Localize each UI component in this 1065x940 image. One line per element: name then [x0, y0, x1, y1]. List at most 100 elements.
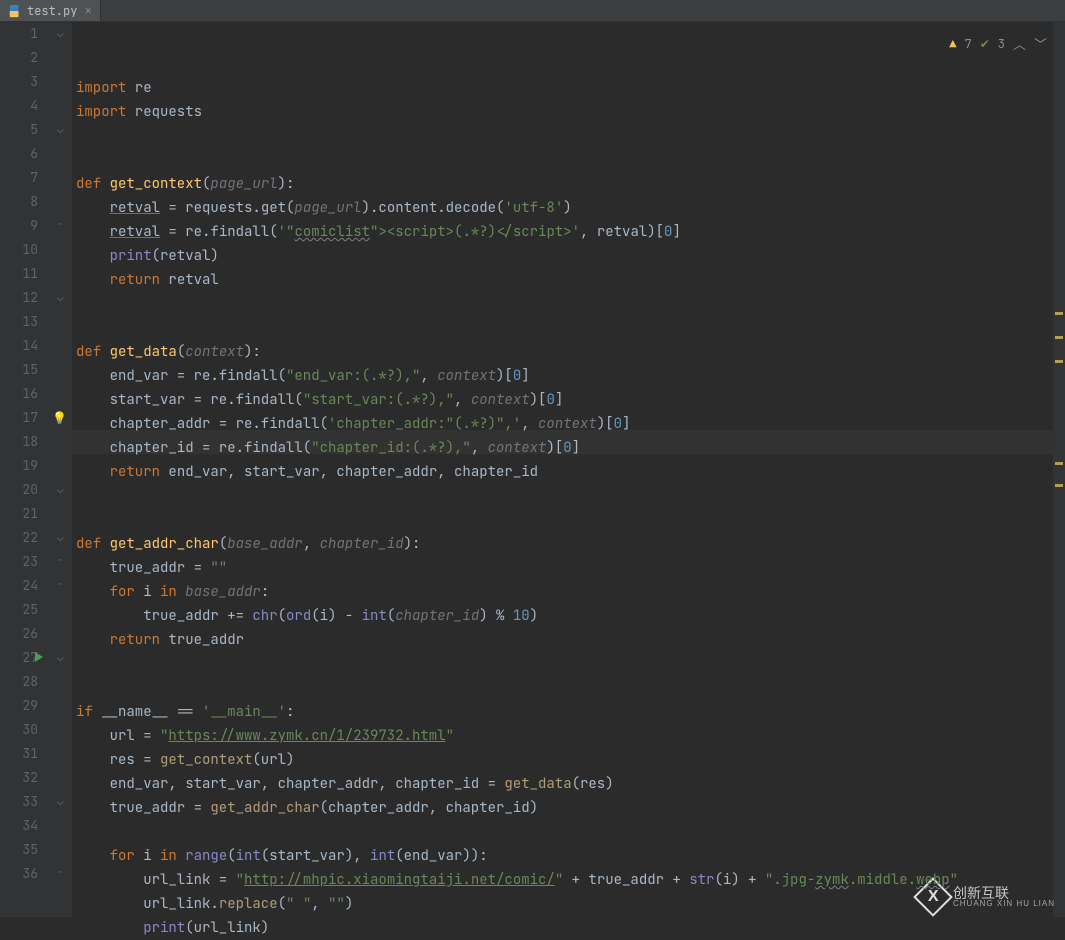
code-line[interactable]: url = "https://www.zymk.cn/1/239732.html…: [76, 724, 1065, 748]
line-number: 13: [0, 310, 38, 334]
code-line[interactable]: url_link = "http://mhpic.xiaomingtaiji.n…: [76, 868, 1065, 892]
line-number: 12: [0, 286, 38, 310]
fold-open-icon[interactable]: ⌄: [57, 22, 64, 46]
line-number: 4: [0, 94, 38, 118]
chevron-up-icon[interactable]: ︿: [1013, 34, 1026, 53]
close-icon[interactable]: ×: [84, 2, 92, 19]
line-number: 24: [0, 574, 38, 598]
line-number: 26: [0, 622, 38, 646]
code-line[interactable]: true_addr += chr(ord(i) - int(chapter_id…: [76, 604, 1065, 628]
line-number: 6: [0, 142, 38, 166]
chevron-down-icon[interactable]: ﹀: [1034, 34, 1047, 53]
intention-bulb-icon[interactable]: 💡: [52, 406, 67, 430]
file-tab[interactable]: test.py ×: [0, 0, 101, 21]
code-line[interactable]: end_var, start_var, chapter_addr, chapte…: [76, 772, 1065, 796]
line-number: 18: [0, 430, 38, 454]
code-line[interactable]: import re: [76, 76, 1065, 100]
tab-filename: test.py: [27, 3, 77, 19]
code-line[interactable]: [76, 484, 1065, 508]
typo-count: 3: [998, 36, 1005, 52]
line-number: 23: [0, 550, 38, 574]
line-number: 14: [0, 334, 38, 358]
code-line[interactable]: return true_addr: [76, 628, 1065, 652]
code-line[interactable]: chapter_id = re.findall("chapter_id:(.*?…: [76, 436, 1065, 460]
line-number: 8: [0, 190, 38, 214]
line-number: 1: [0, 22, 38, 46]
warning-count: 7: [965, 36, 972, 52]
code-line[interactable]: [76, 316, 1065, 340]
python-file-icon: [8, 4, 22, 18]
code-line[interactable]: retval = requests.get(page_url).content.…: [76, 196, 1065, 220]
line-number-gutter[interactable]: 1234567891011121314151617181920212223242…: [0, 22, 56, 917]
line-number: 7: [0, 166, 38, 190]
code-area[interactable]: import reimport requests def get_context(…: [72, 22, 1065, 917]
line-number: 35: [0, 838, 38, 862]
code-line[interactable]: [76, 148, 1065, 172]
fold-open-icon[interactable]: ⌄: [57, 646, 64, 670]
code-line[interactable]: [76, 508, 1065, 532]
typo-icon: ✔: [980, 36, 990, 52]
code-line[interactable]: end_var = re.findall("end_var:(.*?),", c…: [76, 364, 1065, 388]
fold-open-icon[interactable]: ⌄: [57, 790, 64, 814]
code-line[interactable]: print(retval): [76, 244, 1065, 268]
line-number: 33: [0, 790, 38, 814]
code-line[interactable]: def get_addr_char(base_addr, chapter_id)…: [76, 532, 1065, 556]
fold-close-icon[interactable]: ⌃: [57, 214, 64, 238]
line-number: 17: [0, 406, 38, 430]
line-number: 19: [0, 454, 38, 478]
line-number: 34: [0, 814, 38, 838]
code-line[interactable]: [76, 652, 1065, 676]
code-line[interactable]: true_addr = "": [76, 556, 1065, 580]
code-line[interactable]: [76, 292, 1065, 316]
line-number: 21: [0, 502, 38, 526]
run-gutter-icon[interactable]: [35, 652, 43, 662]
line-number: 20: [0, 478, 38, 502]
code-line[interactable]: chapter_addr = re.findall('chapter_addr:…: [76, 412, 1065, 436]
code-line[interactable]: for i in range(int(start_var), int(end_v…: [76, 844, 1065, 868]
editor-area: 1234567891011121314151617181920212223242…: [0, 22, 1065, 917]
fold-close-icon[interactable]: ⌃: [57, 550, 64, 574]
code-line[interactable]: def get_data(context):: [76, 340, 1065, 364]
fold-close-icon[interactable]: ⌃: [57, 574, 64, 598]
code-line[interactable]: return retval: [76, 268, 1065, 292]
line-number: 30: [0, 718, 38, 742]
line-number: 10: [0, 238, 38, 262]
code-line[interactable]: url_link.replace(" ", ""): [76, 892, 1065, 916]
code-line[interactable]: [76, 820, 1065, 844]
code-line[interactable]: [76, 124, 1065, 148]
code-line[interactable]: import requests: [76, 100, 1065, 124]
line-number: 3: [0, 70, 38, 94]
code-line[interactable]: if __name__ == '__main__':: [76, 700, 1065, 724]
warning-icon: ▲: [949, 36, 956, 52]
code-line[interactable]: start_var = re.findall("start_var:(.*?),…: [76, 388, 1065, 412]
line-number: 22: [0, 526, 38, 550]
line-number: 2: [0, 46, 38, 70]
fold-open-icon[interactable]: ⌄: [57, 118, 64, 142]
fold-close-icon[interactable]: ⌃: [57, 862, 64, 886]
code-line[interactable]: [76, 676, 1065, 700]
line-number: 28: [0, 670, 38, 694]
line-number: 5: [0, 118, 38, 142]
inspection-summary[interactable]: ▲ 7 ✔ 3 ︿ ﹀: [949, 34, 1047, 53]
fold-open-icon[interactable]: ⌄: [57, 526, 64, 550]
line-number: 36: [0, 862, 38, 886]
line-number: 29: [0, 694, 38, 718]
code-line[interactable]: res = get_context(url): [76, 748, 1065, 772]
line-number: 16: [0, 382, 38, 406]
code-line[interactable]: true_addr = get_addr_char(chapter_addr, …: [76, 796, 1065, 820]
fold-open-icon[interactable]: ⌄: [57, 478, 64, 502]
line-number: 15: [0, 358, 38, 382]
code-line[interactable]: print(url_link): [76, 916, 1065, 940]
code-line[interactable]: return end_var, start_var, chapter_addr,…: [76, 460, 1065, 484]
fold-open-icon[interactable]: ⌄: [57, 286, 64, 310]
line-number: 32: [0, 766, 38, 790]
tab-bar: test.py ×: [0, 0, 1065, 22]
code-line[interactable]: for i in base_addr:: [76, 580, 1065, 604]
code-line[interactable]: retval = re.findall('"comiclist"><script…: [76, 220, 1065, 244]
line-number: 9: [0, 214, 38, 238]
code-line[interactable]: def get_context(page_url):: [76, 172, 1065, 196]
line-number: 31: [0, 742, 38, 766]
line-number: 11: [0, 262, 38, 286]
line-number: 27: [0, 646, 38, 670]
fold-column[interactable]: ⌄⌄⌄⌄⌄⌄⌄⌃⌃⌃⌃⌃💡: [56, 22, 72, 917]
